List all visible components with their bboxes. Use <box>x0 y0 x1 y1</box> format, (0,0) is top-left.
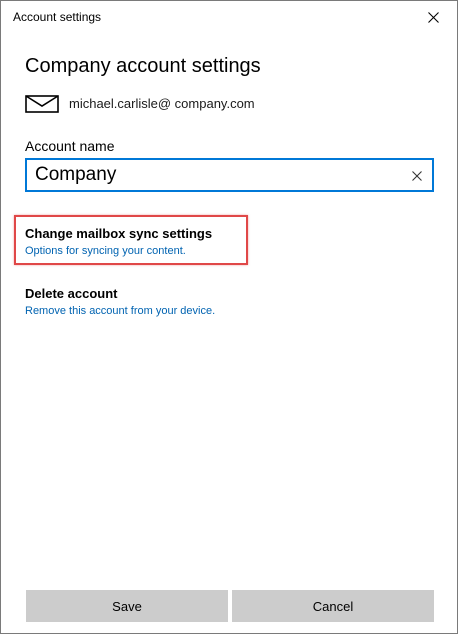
account-settings-window: Account settings Company account setting… <box>0 0 458 634</box>
cancel-button[interactable]: Cancel <box>232 590 434 622</box>
page-title: Company account settings <box>25 55 261 77</box>
title-bar: Account settings <box>1 1 457 33</box>
delete-account[interactable]: Delete account Remove this account from … <box>25 286 215 317</box>
close-button[interactable] <box>411 1 457 33</box>
delete-account-link[interactable]: Remove this account from your device. <box>25 305 215 317</box>
sync-settings-link[interactable]: Options for syncing your content. <box>25 245 212 257</box>
clear-button[interactable] <box>412 168 426 182</box>
delete-account-title[interactable]: Delete account <box>25 286 215 301</box>
change-mailbox-sync-settings[interactable]: Change mailbox sync settings Options for… <box>25 226 212 257</box>
account-name-input[interactable] <box>35 163 395 187</box>
close-icon <box>428 12 439 23</box>
sync-settings-title[interactable]: Change mailbox sync settings <box>25 226 212 241</box>
account-name-field[interactable] <box>25 158 434 192</box>
window-title: Account settings <box>13 10 102 24</box>
account-name-label: Account name <box>25 138 115 154</box>
save-button[interactable]: Save <box>26 590 228 622</box>
account-email: michael.carlisle@ company.com <box>69 96 255 111</box>
mail-icon <box>25 95 59 113</box>
clear-icon <box>412 171 422 181</box>
